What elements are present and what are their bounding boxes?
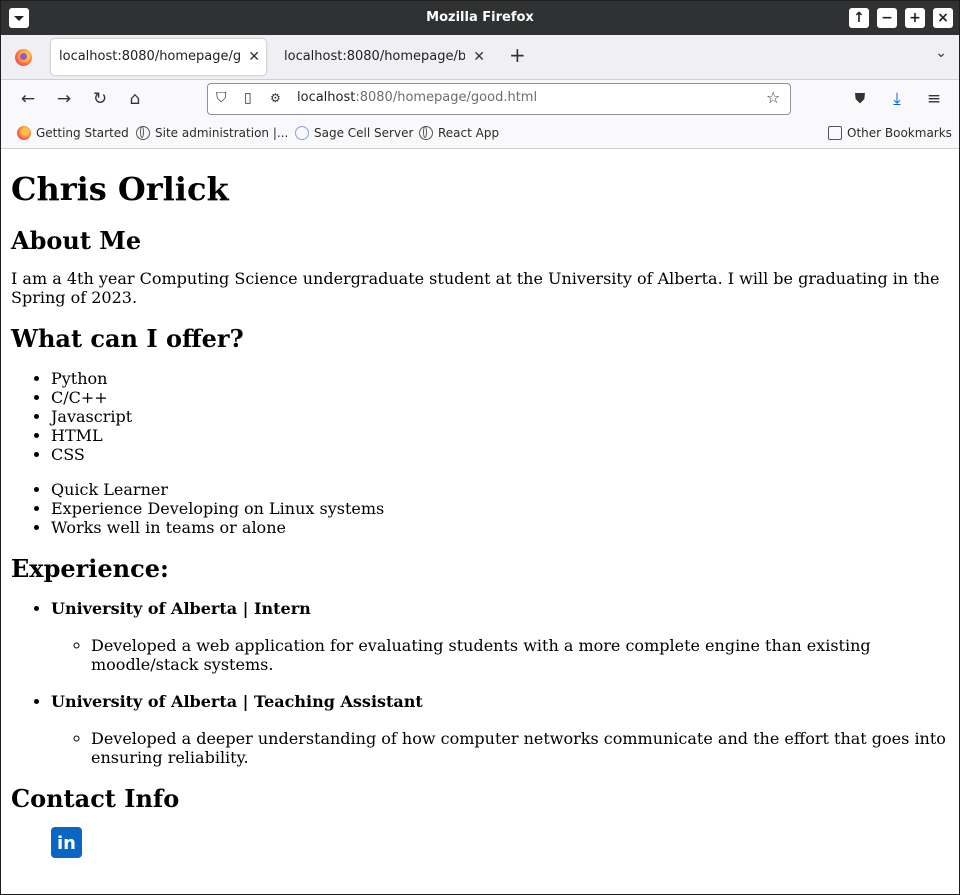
list-all-tabs-icon[interactable]: ⌄ — [935, 45, 947, 61]
bookmark-label: Site administration |... — [155, 126, 289, 140]
forward-icon[interactable]: → — [51, 86, 77, 112]
globe-icon — [419, 126, 433, 140]
list-item: HTML — [51, 426, 949, 445]
bookmark-getting-started[interactable]: Getting Started — [17, 126, 129, 140]
shield-icon[interactable]: ⛉ — [216, 88, 227, 108]
app-menu-icon[interactable]: ≡ — [921, 86, 947, 112]
experience-list: University of Alberta | Intern Developed… — [11, 599, 949, 767]
tab-label: localhost:8080/homepage/bad.html — [284, 49, 465, 64]
url-bar[interactable]: ⛉ ▯ ⚙ localhost:8080/homepage/good.html … — [207, 83, 791, 115]
experience-title: University of Alberta | Teaching Assista… — [51, 692, 423, 711]
tab-bad[interactable]: localhost:8080/homepage/bad.html ✕ — [276, 39, 491, 75]
list-item: Quick Learner — [51, 480, 949, 499]
home-icon[interactable]: ⌂ — [122, 86, 148, 112]
url-text[interactable]: localhost:8080/homepage/good.html — [297, 90, 537, 105]
window-close-button[interactable]: × — [933, 8, 953, 28]
list-item: Python — [51, 369, 949, 388]
reload-icon[interactable]: ↻ — [87, 86, 113, 112]
tab-close-icon[interactable]: ✕ — [248, 39, 260, 75]
permissions-icon[interactable]: ⚙ — [270, 88, 281, 108]
downloads-icon[interactable]: ⤓ — [884, 86, 910, 112]
experience-details: Developed a web application for evaluati… — [51, 636, 949, 674]
bookmark-label: Sage Cell Server — [314, 126, 414, 140]
other-bookmarks[interactable]: Other Bookmarks — [828, 126, 952, 140]
back-icon[interactable]: ← — [15, 86, 41, 112]
title-bar: Mozilla Firefox ↑ − + × — [1, 1, 959, 35]
linkedin-icon[interactable]: in — [51, 827, 82, 858]
bookmarks-toolbar: Getting Started Site administration |...… — [1, 118, 959, 149]
new-tab-icon[interactable]: + — [509, 43, 526, 67]
bookmark-sage-cell-server[interactable]: Sage Cell Server — [295, 126, 413, 140]
firefox-icon — [17, 126, 31, 140]
about-heading: About Me — [11, 226, 142, 255]
bookmark-star-icon[interactable]: ☆ — [766, 88, 780, 108]
firefox-view-icon[interactable] — [15, 49, 32, 66]
contact-heading: Contact Info — [11, 784, 180, 813]
window-minimize-button[interactable]: − — [877, 8, 897, 28]
experience-details: Developed a deeper understanding of how … — [51, 729, 949, 767]
list-item: CSS — [51, 445, 949, 464]
page-content: Chris Orlick About Me I am a 4th year Co… — [1, 149, 959, 894]
experience-item: University of Alberta | Teaching Assista… — [51, 692, 949, 767]
window-maximize-button[interactable]: + — [905, 8, 925, 28]
window-title: Mozilla Firefox — [426, 10, 534, 25]
offer-heading: What can I offer? — [11, 324, 244, 353]
page-icon[interactable]: ▯ — [244, 88, 252, 108]
bookmark-react-app[interactable]: React App — [419, 126, 499, 140]
url-host: localhost — [297, 90, 356, 105]
list-item: Works well in teams or alone — [51, 518, 949, 537]
nav-bar: ← → ↻ ⌂ ⛉ ▯ ⚙ localhost:8080/homepage/go… — [1, 80, 959, 118]
page-title: Chris Orlick — [11, 170, 229, 208]
folder-icon — [828, 126, 842, 140]
bookmark-label: Getting Started — [36, 126, 129, 140]
globe-icon — [136, 126, 150, 140]
bookmark-site-administration[interactable]: Site administration |... — [136, 126, 288, 140]
experience-heading: Experience: — [11, 554, 169, 583]
tab-good[interactable]: localhost:8080/homepage/good.html ✕ — [51, 39, 266, 75]
experience-title: University of Alberta | Intern — [51, 599, 311, 618]
pocket-icon[interactable]: ⛊ — [847, 86, 873, 112]
contact-links: in — [11, 827, 949, 858]
window-raise-button[interactable]: ↑ — [849, 8, 869, 28]
tab-close-icon[interactable]: ✕ — [473, 39, 485, 75]
sage-icon — [295, 126, 309, 140]
list-item: Javascript — [51, 407, 949, 426]
other-bookmarks-label: Other Bookmarks — [847, 126, 952, 140]
about-text: I am a 4th year Computing Science underg… — [11, 269, 940, 307]
list-item: C/C++ — [51, 388, 949, 407]
tab-label: localhost:8080/homepage/good.html — [59, 49, 240, 64]
experience-detail: Developed a web application for evaluati… — [91, 636, 949, 674]
experience-detail: Developed a deeper understanding of how … — [91, 729, 949, 767]
browser-window: Mozilla Firefox ↑ − + × localhost:8080/h… — [0, 0, 960, 895]
experience-item: University of Alberta | Intern Developed… — [51, 599, 949, 674]
url-path: :8080/homepage/good.html — [355, 90, 538, 105]
skills-list: Python C/C++ Javascript HTML CSS — [11, 369, 949, 464]
list-item: Experience Developing on Linux systems — [51, 499, 949, 518]
traits-list: Quick Learner Experience Developing on L… — [11, 480, 949, 537]
bookmark-label: React App — [438, 126, 500, 140]
